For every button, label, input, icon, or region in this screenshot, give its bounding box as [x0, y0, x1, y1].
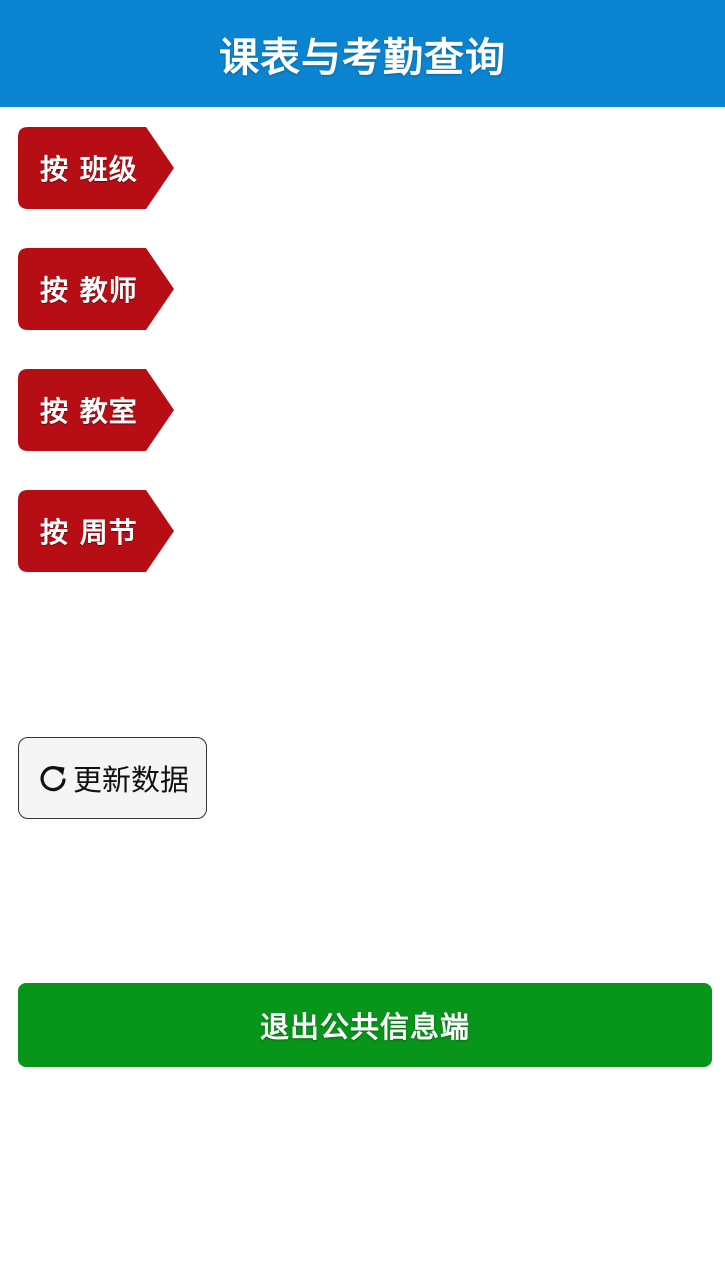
- app-header: 课表与考勤查询: [0, 0, 725, 107]
- refresh-icon: [40, 766, 66, 792]
- exit-public-info-button[interactable]: 退出公共信息端: [18, 983, 712, 1067]
- query-by-classroom-label: 按 教室: [40, 395, 138, 428]
- query-by-teacher-label: 按 教师: [40, 274, 138, 307]
- exit-public-info-label: 退出公共信息端: [259, 1010, 470, 1044]
- query-by-week-period-button[interactable]: 按 周节: [18, 488, 175, 574]
- refresh-data-button[interactable]: 更新数据: [18, 737, 207, 819]
- query-by-classroom-button[interactable]: 按 教室: [18, 367, 175, 453]
- page-title: 课表与考勤查询: [219, 34, 506, 81]
- query-by-class-label: 按 班级: [40, 153, 138, 186]
- query-by-teacher-button[interactable]: 按 教师: [18, 246, 175, 332]
- query-by-class-button[interactable]: 按 班级: [18, 125, 175, 211]
- query-by-week-period-label: 按 周节: [40, 516, 138, 549]
- refresh-data-label: 更新数据: [73, 763, 190, 797]
